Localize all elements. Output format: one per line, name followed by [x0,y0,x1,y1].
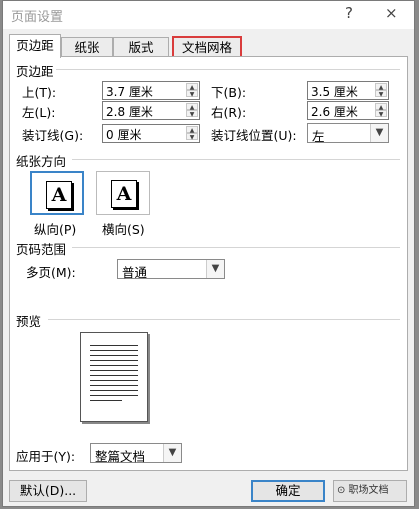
right-margin-label: 右(R): [211,105,247,120]
gutter-value: 0 厘米 [106,128,142,142]
preview-text-line [90,365,138,366]
bottom-margin-spinner[interactable]: 3.5 厘米 ▲ ▼ [307,81,389,100]
apply-to-select[interactable]: 整篇文档 ▼ [90,443,182,464]
portrait-label[interactable]: 纵向(P) [34,219,76,238]
page-setup-dialog: 页面设置 ? × 页边距 纸张 版式 文档网格 页边距 上(T): 3.7 厘米… [2,0,415,507]
window-title: 页面设置 [11,10,64,25]
left-margin-label: 左(L): [22,105,56,120]
landscape-page-icon: A [111,180,137,208]
gutter-position-value: 左 [312,129,325,144]
apply-to-value: 整篇文档 [95,449,146,464]
preview-text-line [90,360,138,361]
ok-button[interactable]: 确定 [251,480,325,502]
preview-text-line [90,355,138,356]
tab-document-grid[interactable]: 文档网格 [172,36,242,58]
title-bar: 页面设置 ? × [3,1,414,29]
preview-text-line [90,375,138,376]
preview-text-line [90,380,138,381]
top-margin-value: 3.7 厘米 [106,85,153,99]
top-margin-spinner[interactable]: 3.7 厘米 ▲ ▼ [102,81,200,100]
top-margin-label: 上(T): [22,85,57,100]
preview-page [80,332,148,422]
watermark: ⊙ 职场文档 [337,485,389,496]
margins-section-title: 页边距 [16,64,54,79]
right-margin-value: 2.6 厘米 [311,105,358,119]
landscape-option[interactable]: A [96,171,150,215]
pages-section-title: 页码范围 [16,242,67,257]
bottom-margin-label: 下(B): [211,85,247,100]
preview-section-title: 预览 [16,314,42,329]
chevron-down-icon[interactable]: ▼ [370,124,388,142]
apply-to-label: 应用于(Y): [16,449,76,464]
divider [72,159,400,160]
portrait-page-icon: A [46,181,72,209]
portrait-option[interactable]: A [30,171,84,215]
gutter-position-label: 装订线位置(U): [211,128,297,143]
preview-text-line [90,345,138,346]
multiple-pages-value: 普通 [122,265,148,280]
preview-text-line [90,350,138,351]
spin-down-icon[interactable]: ▼ [186,90,198,98]
spin-up-icon[interactable]: ▲ [186,83,198,91]
spin-down-icon[interactable]: ▼ [375,90,387,98]
multiple-pages-select[interactable]: 普通 ▼ [117,259,225,280]
tab-layout[interactable]: 版式 [113,37,169,57]
spin-down-icon[interactable]: ▼ [186,110,198,118]
spin-up-icon[interactable]: ▲ [186,126,198,134]
tab-panel: 页边距 上(T): 3.7 厘米 ▲ ▼ 下(B): 3.5 厘米 ▲ ▼ 左(L)… [9,56,408,471]
multiple-pages-label: 多页(M): [26,265,76,280]
divider [56,69,400,70]
help-button[interactable]: ? [345,4,353,22]
spin-up-icon[interactable]: ▲ [186,103,198,111]
tab-margins[interactable]: 页边距 [9,34,61,58]
preview-text-line [90,385,138,386]
divider [72,247,400,248]
preview-text-line [90,390,138,391]
left-margin-spinner[interactable]: 2.8 厘米 ▲ ▼ [102,101,200,120]
gutter-spinner[interactable]: 0 厘米 ▲ ▼ [102,124,200,143]
tab-paper[interactable]: 纸张 [61,37,113,57]
landscape-label[interactable]: 横向(S) [102,219,145,238]
chevron-down-icon[interactable]: ▼ [206,260,224,278]
preview-text-line [90,370,138,371]
preview-text-line [90,395,138,396]
divider [48,319,400,320]
default-button[interactable]: 默认(D)... [9,480,87,502]
bottom-margin-value: 3.5 厘米 [311,85,358,99]
preview-text-line [90,400,122,401]
gutter-label: 装订线(G): [22,128,84,143]
spin-down-icon[interactable]: ▼ [186,133,198,141]
right-margin-spinner[interactable]: 2.6 厘米 ▲ ▼ [307,101,389,120]
chevron-down-icon[interactable]: ▼ [163,444,181,462]
close-button[interactable]: × [385,4,398,22]
gutter-position-select[interactable]: 左 ▼ [307,123,389,144]
spin-up-icon[interactable]: ▲ [375,83,387,91]
left-margin-value: 2.8 厘米 [106,105,153,119]
spin-down-icon[interactable]: ▼ [375,110,387,118]
orientation-section-title: 纸张方向 [16,154,67,169]
spin-up-icon[interactable]: ▲ [375,103,387,111]
